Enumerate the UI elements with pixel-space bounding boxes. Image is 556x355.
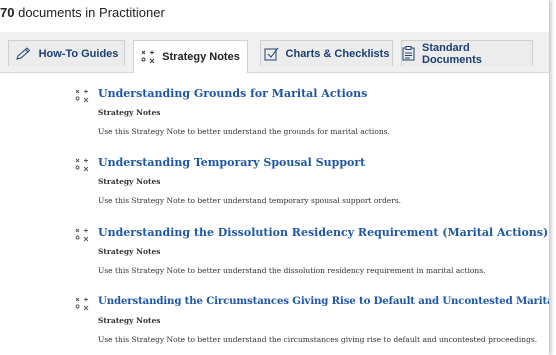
- document-description: Use this Strategy Note to better underst…: [98, 127, 390, 136]
- tab-label: How-To Guides: [38, 47, 119, 60]
- tab-label: Strategy Notes: [162, 51, 240, 63]
- strategy-icon: [141, 50, 155, 64]
- document-type: Strategy Notes: [98, 247, 161, 256]
- tab-strategy-notes[interactable]: Strategy Notes: [133, 40, 248, 73]
- pencil-icon: [15, 46, 32, 61]
- checklist-icon: [264, 47, 279, 61]
- document-title-link[interactable]: Understanding the Dissolution Residency …: [98, 226, 548, 239]
- tab-bar: How-To Guides Strategy Notes Charts & Ch…: [0, 32, 549, 73]
- document-title-link[interactable]: Understanding Temporary Spousal Support: [98, 156, 365, 169]
- tab-charts-checklists[interactable]: Charts & Checklists: [260, 40, 393, 66]
- document-count-number: 70: [0, 5, 15, 20]
- document-count: 70 documents in Practitioner: [0, 5, 165, 20]
- strategy-note-icon: [75, 297, 89, 311]
- strategy-note-icon: [75, 228, 89, 242]
- document-title-link[interactable]: Understanding Grounds for Marital Action…: [98, 87, 367, 100]
- document-count-label: documents in Practitioner: [18, 5, 165, 20]
- document-type: Strategy Notes: [98, 316, 161, 325]
- clipboard-icon: [402, 46, 415, 61]
- document-type: Strategy Notes: [98, 108, 161, 117]
- document-title-link[interactable]: Understanding the Circumstances Giving R…: [98, 295, 549, 307]
- tab-standard-documents[interactable]: Standard Documents: [401, 40, 533, 66]
- tab-label: Charts & Checklists: [285, 47, 390, 60]
- strategy-note-icon: [75, 89, 89, 103]
- strategy-note-icon: [75, 158, 89, 172]
- document-description: Use this Strategy Note to better underst…: [98, 335, 538, 344]
- tab-label: Standard Documents: [422, 41, 482, 66]
- tab-how-to-guides[interactable]: How-To Guides: [8, 40, 125, 66]
- document-description: Use this Strategy Note to better underst…: [98, 196, 402, 205]
- document-description: Use this Strategy Note to better underst…: [98, 266, 486, 275]
- document-type: Strategy Notes: [98, 177, 161, 186]
- documents-panel: 70 documents in Practitioner How-To Guid…: [0, 0, 549, 355]
